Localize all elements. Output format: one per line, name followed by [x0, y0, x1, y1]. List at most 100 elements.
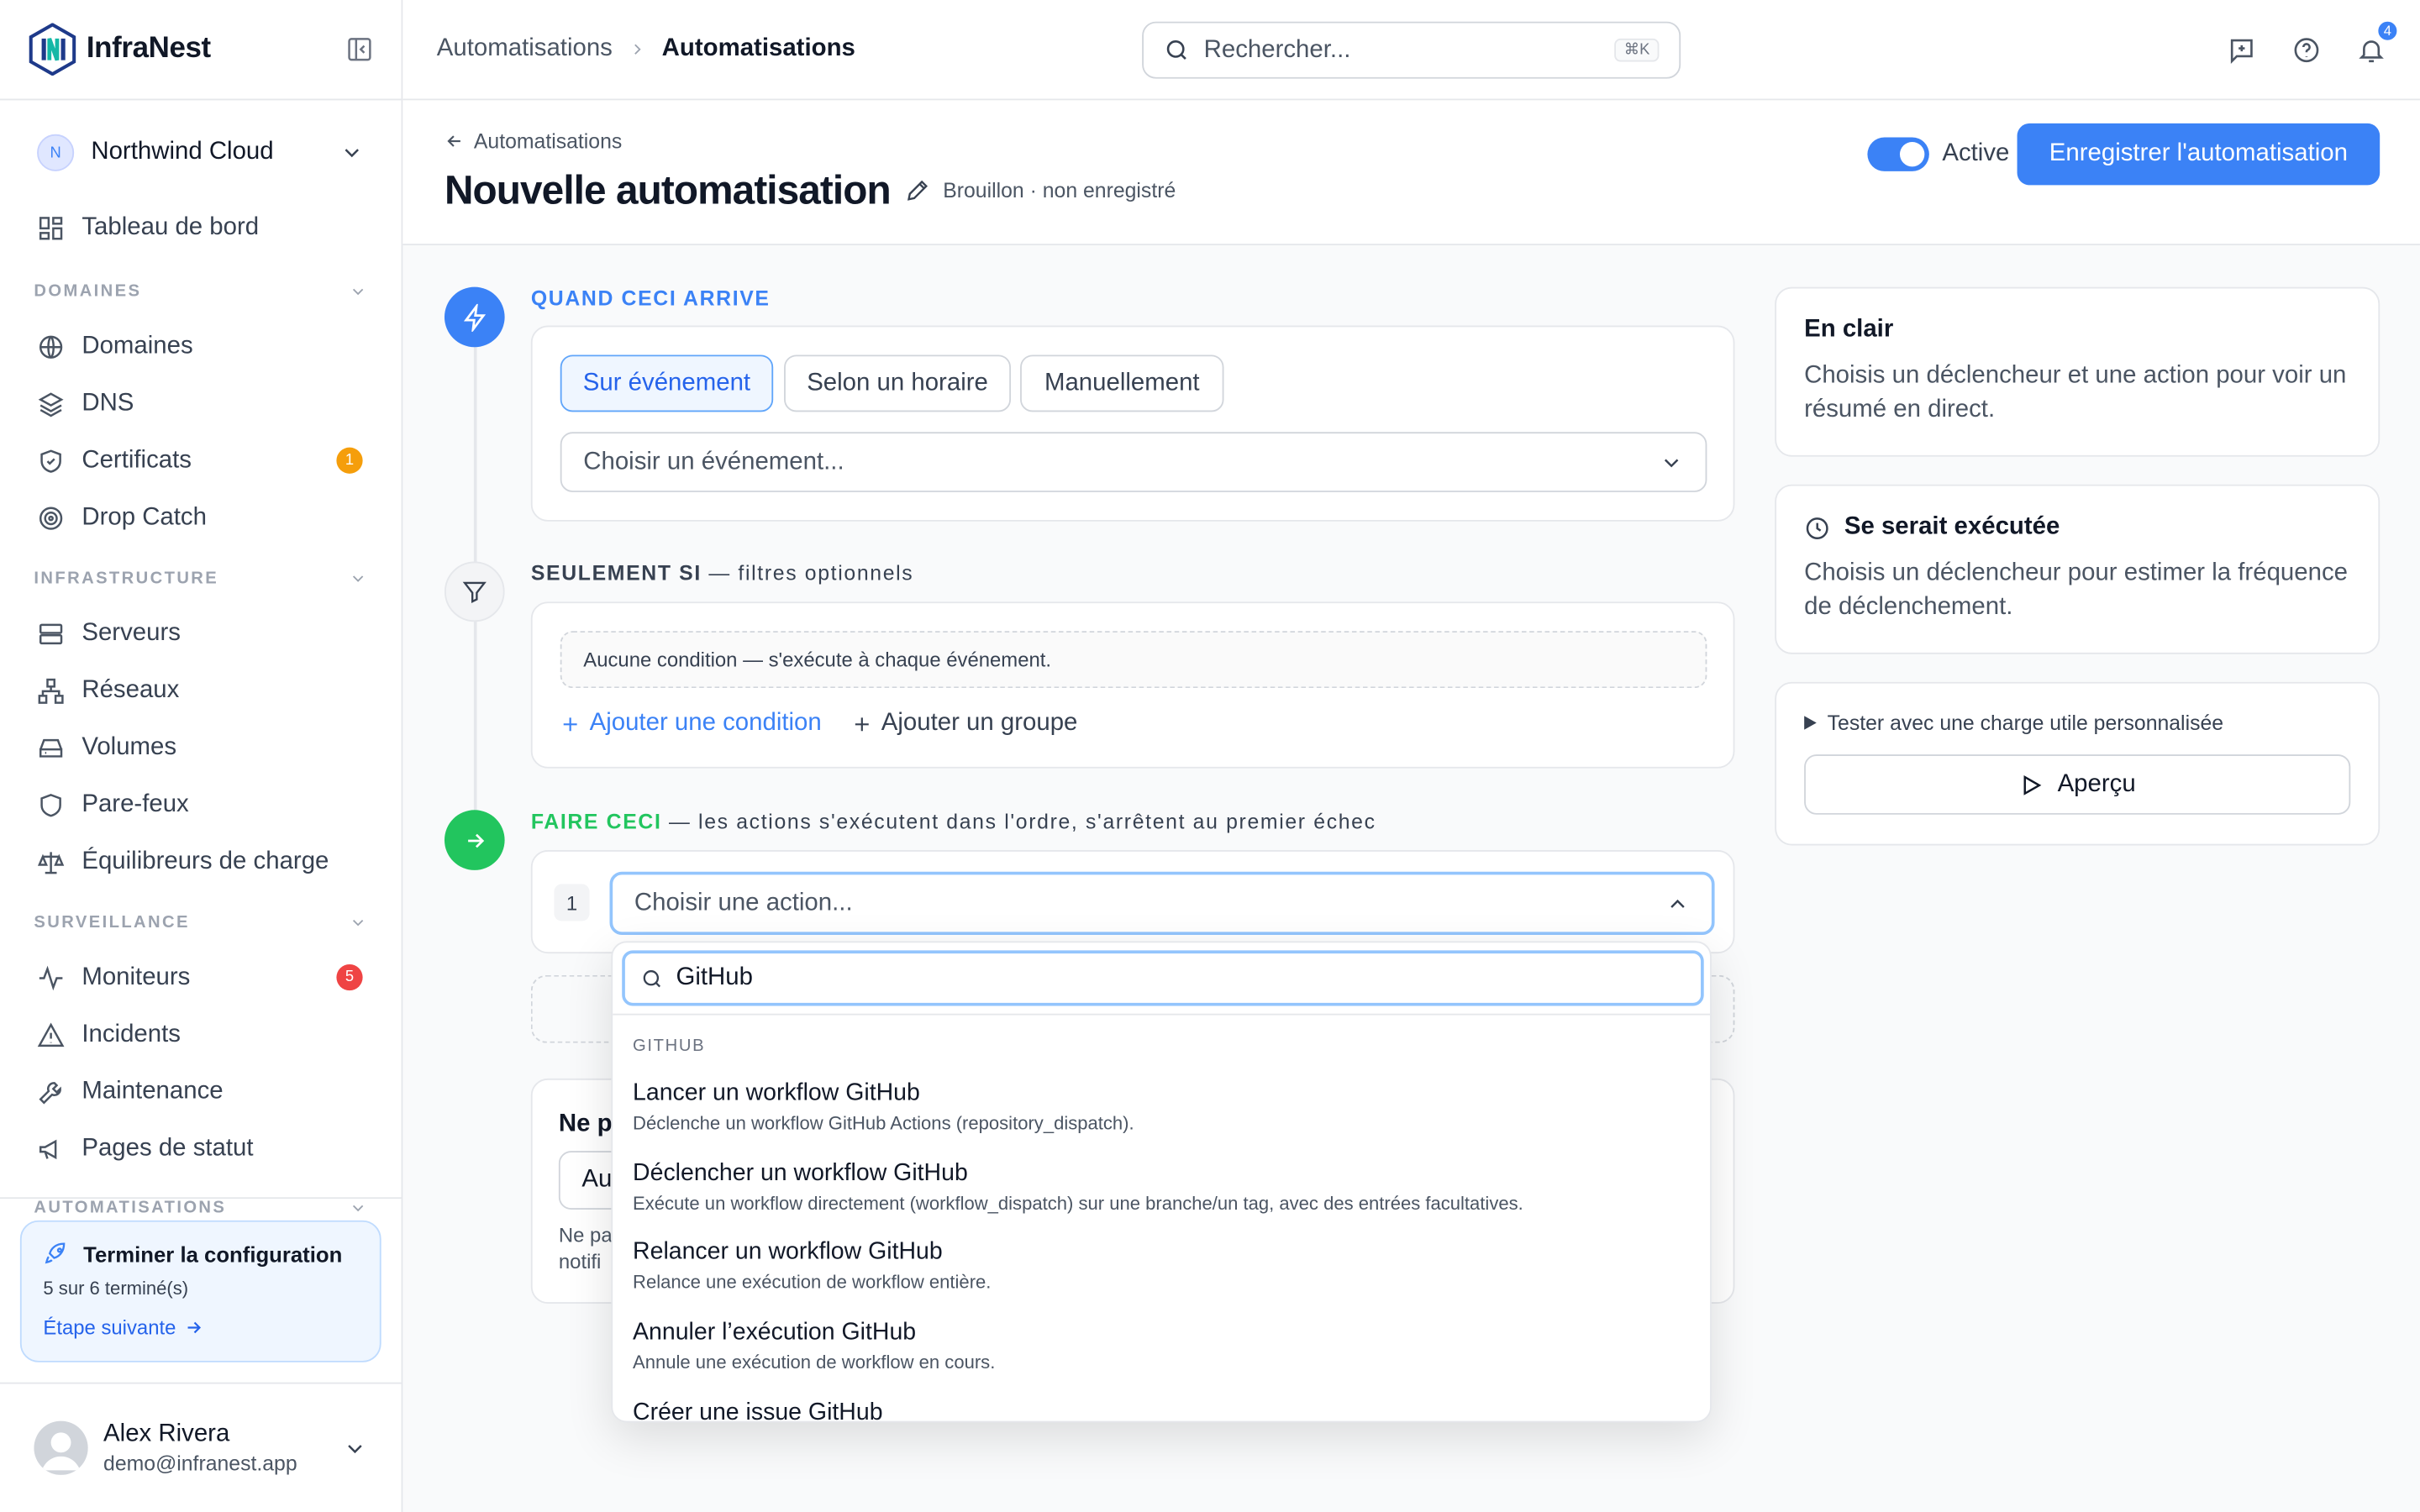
filter-card: Aucune condition — s'exécute à chaque év… — [530, 601, 1735, 769]
monitors-badge: 5 — [336, 963, 363, 991]
sidebar-item-incidents[interactable]: Incidents — [0, 1006, 402, 1063]
sidebar-item-label: Pare-feux — [82, 790, 189, 817]
setup-title: Terminer la configuration — [43, 1241, 358, 1267]
add-condition-button[interactable]: Ajouter une condition — [560, 710, 822, 738]
breadcrumb: Automatisations Automatisations — [437, 35, 855, 63]
sidebar-item-maintenance[interactable]: Maintenance — [0, 1063, 402, 1120]
search-shortcut: ⌘K — [1614, 38, 1660, 62]
search-icon — [1164, 37, 1190, 63]
section-label: DOMAINES — [34, 282, 142, 302]
sidebar-item-volumes[interactable]: Volumes — [0, 719, 402, 776]
search-input[interactable]: Rechercher... ⌘K — [1142, 21, 1681, 79]
back-link[interactable]: Automatisations — [445, 129, 622, 153]
certificates-badge: 1 — [336, 447, 363, 474]
help-icon[interactable] — [2291, 35, 2321, 65]
user-email: demo@infranest.app — [103, 1452, 297, 1475]
save-automation-button[interactable]: Enregistrer l'automatisation — [2017, 123, 2381, 186]
action-step-number: 1 — [554, 884, 590, 921]
sidebar-item-load-balancers[interactable]: Équilibreurs de charge — [0, 833, 402, 890]
toggle-knob — [1900, 141, 1926, 167]
breadcrumb-parent[interactable]: Automatisations — [437, 35, 613, 63]
option-title: Créer une issue GitHub — [633, 1399, 883, 1423]
arrow-right-icon — [184, 1318, 204, 1338]
chevron-down-icon — [349, 570, 367, 588]
sidebar-item-label: Moniteurs — [82, 963, 191, 990]
sidebar-item-dashboard[interactable]: Tableau de bord — [0, 199, 402, 256]
dropdown-option[interactable]: Déclencher un workflow GitHub Exécute un… — [633, 1160, 1697, 1214]
tab-on-event[interactable]: Sur événement — [560, 354, 774, 412]
org-switcher[interactable]: N Northwind Cloud — [0, 100, 402, 205]
option-desc: Annule une exécution de workflow en cour… — [633, 1351, 996, 1373]
top-icons: 4 — [2227, 0, 2401, 100]
sidebar-item-servers[interactable]: Serveurs — [0, 605, 402, 662]
section-infrastructure[interactable]: INFRASTRUCTURE — [0, 553, 402, 605]
section-label: INFRASTRUCTURE — [34, 569, 219, 588]
breadcrumb-current: Automatisations — [661, 35, 855, 62]
back-label: Automatisations — [473, 129, 623, 153]
filter-label-rest: — filtres optionnels — [701, 561, 914, 585]
sidebar-item-label: Maintenance — [82, 1077, 224, 1105]
sidebar-item-certificates[interactable]: Certificats 1 — [0, 432, 402, 489]
dropdown-option[interactable]: Créer une issue GitHub — [633, 1399, 1697, 1423]
dropdown-option[interactable]: Relancer un workflow GitHub Relance une … — [633, 1239, 1697, 1293]
action-label-bold: FAIRE CECI — [530, 810, 662, 833]
filter-icon — [461, 579, 487, 605]
search-icon — [640, 967, 664, 990]
preview-button[interactable]: Aperçu — [1804, 754, 2351, 815]
wrench-icon — [37, 1078, 65, 1105]
user-menu[interactable]: Alex Rivera demo@infranest.app — [0, 1382, 402, 1512]
next-step-link[interactable]: Étape suivante — [43, 1316, 358, 1339]
section-monitoring[interactable]: SURVEILLANCE — [0, 896, 402, 948]
pencil-icon[interactable] — [904, 177, 930, 203]
logo-row: InfraNest — [0, 0, 402, 101]
action-step-dot — [444, 810, 505, 870]
server-icon — [37, 619, 65, 647]
zap-icon — [460, 302, 488, 331]
error-card-text-line2: notifi — [558, 1249, 602, 1273]
sidebar-item-dns[interactable]: DNS — [0, 375, 402, 432]
trigger-card: Sur événement Selon un horaire Manuellem… — [530, 325, 1735, 522]
action-search-input[interactable]: GitHub — [622, 950, 1704, 1006]
target-icon — [37, 504, 65, 532]
sidebar-item-label: Réseaux — [82, 676, 180, 703]
add-group-button[interactable]: Ajouter un groupe — [852, 710, 1077, 738]
sidebar-collapse-icon[interactable] — [345, 35, 373, 63]
search-placeholder: Rechercher... — [1203, 36, 1351, 63]
page-title: Nouvelle automatisation — [444, 166, 892, 213]
test-payload-label: Tester avec une charge utile personnalis… — [1827, 711, 2224, 735]
sidebar-item-networks[interactable]: Réseaux — [0, 662, 402, 719]
notifications-bell-icon[interactable]: 4 — [2357, 18, 2401, 65]
event-select[interactable]: Choisir un événement... — [560, 432, 1707, 492]
filter-step-dot — [444, 561, 505, 622]
error-card-text-line1: Ne pa — [558, 1223, 613, 1247]
layers-icon — [37, 390, 65, 417]
sidebar-item-domains[interactable]: Domaines — [0, 318, 402, 375]
sidebar-item-firewalls[interactable]: Pare-feux — [0, 776, 402, 833]
sidebar-item-status-pages[interactable]: Pages de statut — [0, 1120, 402, 1177]
sidebar-item-drop-catch[interactable]: Drop Catch — [0, 489, 402, 546]
option-desc: Déclenche un workflow GitHub Actions (re… — [633, 1112, 1134, 1134]
active-toggle[interactable] — [1868, 137, 1930, 171]
dashboard-icon — [37, 213, 65, 241]
filter-label: SEULEMENT SI — filtres optionnels — [531, 562, 914, 585]
dropdown-divider — [613, 1013, 1711, 1016]
sidebar-item-monitors[interactable]: Moniteurs 5 — [0, 949, 402, 1006]
dropdown-option[interactable]: Annuler l’exécution GitHub Annule une ex… — [633, 1319, 1697, 1373]
draft-status: Brouillon · non enregistré — [943, 179, 1176, 202]
section-label: SURVEILLANCE — [34, 913, 190, 932]
tab-schedule[interactable]: Selon un horaire — [784, 354, 1012, 412]
would-run-title-row: Se serait exécutée — [1804, 514, 2350, 542]
arrow-right-icon — [462, 827, 487, 852]
section-domains[interactable]: DOMAINES — [0, 265, 402, 318]
dropdown-option[interactable]: Lancer un workflow GitHub Déclenche un w… — [633, 1080, 1697, 1134]
test-payload-toggle[interactable]: Tester avec une charge utile personnalis… — [1804, 711, 2350, 735]
feedback-icon[interactable] — [2227, 35, 2256, 65]
section-automations[interactable]: AUTOMATISATIONS — [0, 1184, 402, 1217]
sidebar-item-label: Volumes — [82, 733, 177, 760]
option-desc: Relance une exécution de workflow entièr… — [633, 1271, 992, 1294]
event-select-placeholder: Choisir un événement... — [583, 448, 844, 475]
empty-conditions: Aucune condition — s'exécute à chaque év… — [560, 631, 1707, 689]
action-select[interactable]: Choisir une action... — [609, 871, 1715, 936]
plain-summary-card: En clair Choisis un déclencheur et une a… — [1775, 286, 2381, 457]
tab-manual[interactable]: Manuellement — [1020, 354, 1224, 412]
